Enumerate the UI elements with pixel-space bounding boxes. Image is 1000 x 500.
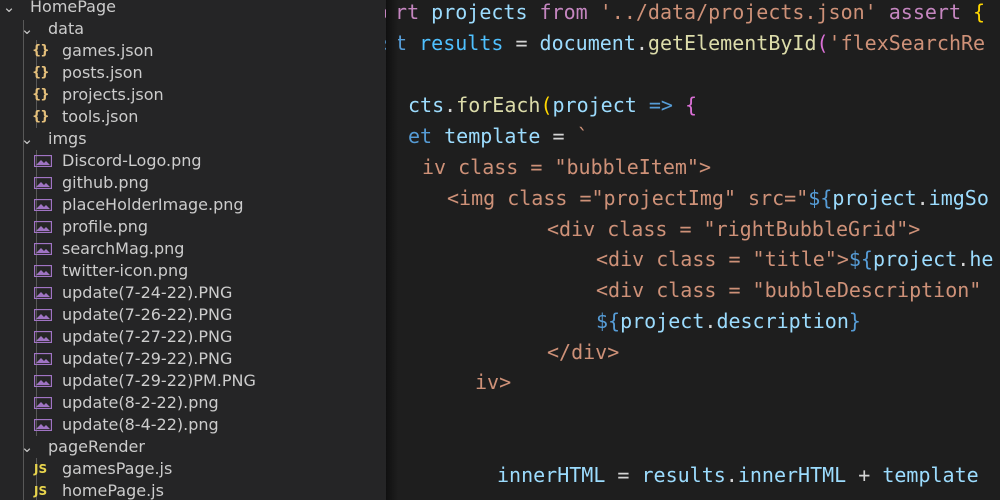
file-label: update(7-29-22)PM.PNG [62, 371, 256, 390]
code-line-11: ${project.description} [596, 309, 861, 333]
image-file-icon [34, 309, 52, 321]
editor-shadow [386, 0, 398, 500]
image-file-icon [34, 353, 52, 365]
code-line-9: <div class = "title">${project.he [596, 247, 994, 271]
file-label: homePage.js [62, 481, 164, 500]
file-label: twitter-icon.png [62, 261, 189, 280]
file-label: searchMag.png [62, 239, 185, 258]
image-file-icon [34, 199, 52, 211]
folder-label: imgs [48, 129, 87, 148]
file-label: update(7-27-22).PNG [62, 327, 233, 346]
code-line-6: iv class = "bubbleItem"> [422, 155, 711, 179]
js-file-icon: JS [34, 462, 48, 476]
chevron-down-icon: ⌄ [2, 0, 16, 16]
file-explorer: ⌄ HomePage ⌄ data {} games.json {} posts… [0, 0, 395, 500]
image-file-icon [34, 287, 52, 299]
file-label: update(7-24-22).PNG [62, 283, 233, 302]
image-file-icon [34, 397, 52, 409]
file-label: github.png [62, 173, 149, 192]
image-file-icon [34, 177, 52, 189]
code-line-16: innerHTML = results.innerHTML + template [497, 463, 979, 487]
code-editor[interactable]: ort projects from '../data/projects.json… [385, 0, 1000, 500]
file-label: update(8-4-22).png [62, 415, 219, 434]
image-file-icon [34, 155, 52, 167]
code-line-1: ort projects from '../data/projects.json… [385, 0, 986, 24]
code-line-12: </div> [547, 340, 620, 364]
image-file-icon [34, 331, 52, 343]
code-line-2: st results = document.getElementById('fl… [385, 31, 986, 55]
file-label: projects.json [62, 85, 164, 104]
code-line-7: <img class ="projectImg" src="${project.… [447, 186, 989, 210]
code-line-4: cts.forEach(project => { [408, 93, 698, 117]
code-line-13: iv> [475, 370, 512, 394]
json-file-icon: {} [32, 109, 50, 124]
js-file-icon: JS [34, 484, 48, 498]
code-line-5: et template = ` [408, 124, 589, 148]
code-line-8: <div class = "rightBubbleGrid"> [547, 217, 921, 241]
file-label: profile.png [62, 217, 149, 236]
file-label: update(7-29-22).PNG [62, 349, 233, 368]
json-file-icon: {} [32, 43, 50, 58]
json-file-icon: {} [32, 65, 50, 80]
image-file-icon [34, 221, 52, 233]
file-label: games.json [62, 41, 154, 60]
image-file-icon [34, 375, 52, 387]
folder-label: pageRender [48, 437, 145, 456]
file-label: tools.json [62, 107, 139, 126]
file-label: gamesPage.js [62, 459, 173, 478]
folder-label: data [48, 19, 85, 38]
file-label: update(7-26-22).PNG [62, 305, 233, 324]
file-label: posts.json [62, 63, 143, 82]
folder-label: HomePage [30, 0, 116, 16]
json-file-icon: {} [32, 87, 50, 102]
image-file-icon [34, 265, 52, 277]
file-label: placeHolderImage.png [62, 195, 244, 214]
indent-guide [23, 20, 24, 500]
chevron-down-icon: ⌄ [20, 130, 34, 148]
image-file-icon [34, 419, 52, 431]
file-label: update(8-2-22).png [62, 393, 219, 412]
image-file-icon [34, 243, 52, 255]
chevron-down-icon: ⌄ [20, 20, 34, 38]
chevron-down-icon: ⌄ [20, 438, 34, 456]
file-label: Discord-Logo.png [62, 151, 202, 170]
code-line-10: <div class = "bubbleDescription" [596, 278, 982, 302]
